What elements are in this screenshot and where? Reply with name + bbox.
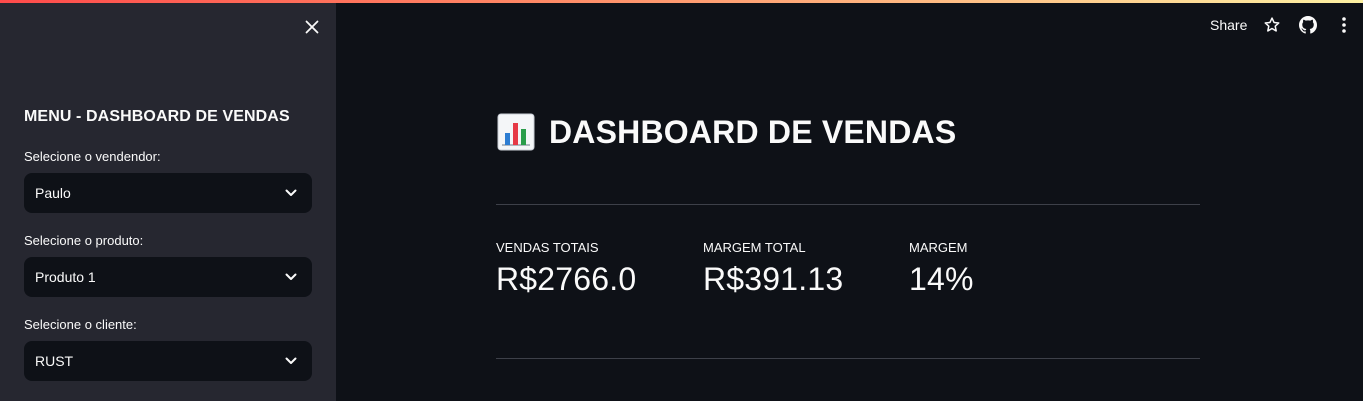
product-select-label: Selecione o produto: — [24, 233, 144, 248]
metric-total-margin: MARGEM TOTAL R$391.13 — [703, 240, 843, 298]
seller-select-value: Paulo — [35, 185, 71, 201]
star-icon — [1264, 17, 1280, 32]
page-title-block: DASHBOARD DE VENDAS — [497, 113, 956, 151]
metric-label: MARGEM — [909, 240, 968, 255]
close-sidebar-button[interactable] — [300, 15, 324, 39]
seller-select[interactable]: Paulo — [24, 173, 312, 213]
metric-value: 14% — [909, 261, 974, 297]
main-menu-button[interactable] — [1334, 15, 1354, 35]
client-select-label: Selecione o cliente: — [24, 317, 137, 332]
metric-value: R$2766.0 — [496, 261, 637, 297]
chevron-down-icon — [284, 186, 298, 200]
metric-total-sales: VENDAS TOTAIS R$2766.0 — [496, 240, 636, 298]
github-icon — [1299, 16, 1317, 34]
chevron-down-icon — [284, 270, 298, 284]
chevron-down-icon — [284, 354, 298, 368]
client-select[interactable]: RUST — [24, 341, 312, 381]
metric-value: R$391.13 — [703, 261, 844, 297]
seller-select-label: Selecione o vendendor: — [24, 149, 161, 164]
product-select-value: Produto 1 — [35, 269, 96, 285]
share-button[interactable]: Share — [1210, 17, 1247, 33]
divider-top — [496, 204, 1200, 205]
client-select-value: RUST — [35, 353, 74, 369]
github-button[interactable] — [1298, 15, 1318, 35]
bar-chart-icon — [497, 113, 535, 151]
sidebar-title: MENU - DASHBOARD DE VENDAS — [24, 108, 290, 125]
metric-margin-percent: MARGEM 14% — [909, 240, 974, 298]
divider-bottom — [496, 358, 1200, 359]
top-accent-bar — [0, 0, 1363, 3]
page-title: DASHBOARD DE VENDAS — [549, 113, 957, 150]
more-vertical-icon — [1342, 17, 1346, 33]
metric-label: VENDAS TOTAIS — [496, 240, 599, 255]
close-icon — [305, 20, 319, 34]
sidebar: MENU - DASHBOARD DE VENDAS Selecione o v… — [0, 0, 336, 401]
product-select[interactable]: Produto 1 — [24, 257, 312, 297]
star-button[interactable] — [1262, 15, 1282, 35]
metric-label: MARGEM TOTAL — [703, 240, 806, 255]
